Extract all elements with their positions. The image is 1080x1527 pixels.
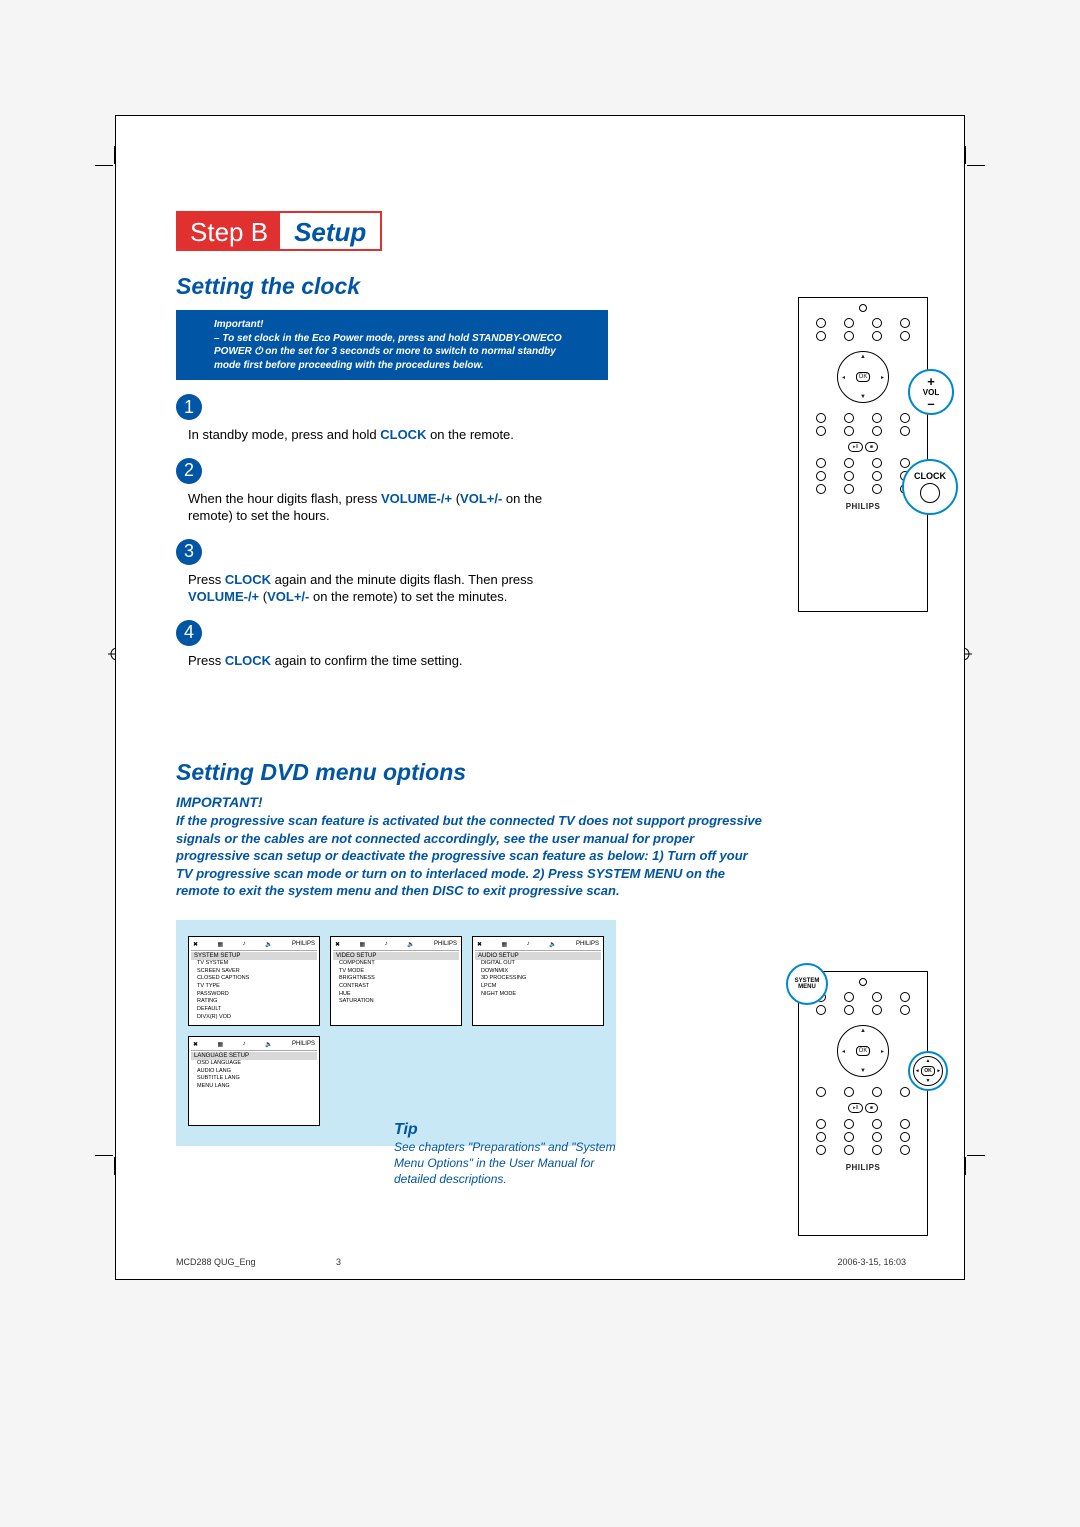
important2-body: If the progressive scan feature is activ…: [176, 812, 766, 900]
footer: MCD288 QUG_Eng 3 2006-3-15, 16:03: [176, 1257, 906, 1267]
footer-doc: MCD288 QUG_Eng: [176, 1257, 256, 1267]
clock-button-icon: [920, 483, 940, 503]
step-4: 4 Press CLOCK again to confirm the time …: [176, 606, 906, 670]
tip-block: Tip See chapters "Preparations" and "Sys…: [394, 1121, 624, 1188]
step-header: Step B Setup: [176, 211, 382, 251]
ok-callout: OK ▲ ▼ ◂ ▸: [908, 1051, 948, 1091]
step-text: When the hour digits flash, press VOLUME…: [188, 490, 588, 525]
setup-label: Setup: [280, 213, 380, 249]
page: Step B Setup Setting the clock Important…: [115, 115, 965, 1280]
step-text: Press CLOCK again and the minute digits …: [188, 571, 588, 606]
menu-screens-panel: ✖▦♪🔈PHILIPS SYSTEM SETUP TV SYSTEM SCREE…: [176, 920, 616, 1146]
section-title-clock: Setting the clock: [176, 273, 906, 300]
important2-label: IMPORTANT!: [176, 794, 906, 810]
menu-screen-language: ✖▦♪🔈PHILIPS LANGUAGE SETUP OSD LANGUAGE …: [188, 1036, 320, 1126]
clock-callout: CLOCK: [902, 459, 958, 515]
step-1: 1 In standby mode, press and hold CLOCK …: [176, 380, 906, 444]
system-menu-callout: SYSTEM MENU: [786, 963, 828, 1005]
dpad-icon: ▲ ▼ ◂ ▸ OK: [837, 351, 889, 403]
step-text: Press CLOCK again to confirm the time se…: [188, 652, 588, 670]
dpad-icon: ▲ ▼ ◂ ▸ OK: [837, 1025, 889, 1077]
vol-callout: + VOL –: [908, 369, 954, 415]
menu-screen-system: ✖▦♪🔈PHILIPS SYSTEM SETUP TV SYSTEM SCREE…: [188, 936, 320, 1026]
step-number: 4: [176, 620, 202, 646]
tip-body: See chapters "Preparations" and "System …: [394, 1139, 624, 1188]
important-label: Important!: [214, 318, 570, 332]
menu-screen-audio: ✖▦♪🔈PHILIPS AUDIO SETUP DIGITAL OUT DOWN…: [472, 936, 604, 1026]
step-text: In standby mode, press and hold CLOCK on…: [188, 426, 588, 444]
important-box: Important! – To set clock in the Eco Pow…: [176, 310, 608, 380]
remote-illustration-2: ▲ ▼ ◂ ▸ OK ▸II ■ PHILIPS: [798, 971, 928, 1236]
footer-date: 2006-3-15, 16:03: [837, 1257, 906, 1267]
important-body: – To set clock in the Eco Power mode, pr…: [214, 332, 570, 373]
remote-illustration: ▲ ▼ ◂ ▸ OK ▸II ■ PHILIPS: [798, 297, 928, 612]
brand-label: PHILIPS: [805, 1163, 921, 1172]
step-label: Step B: [178, 213, 280, 249]
tip-title: Tip: [394, 1121, 624, 1139]
step-number: 3: [176, 539, 202, 565]
step-number: 1: [176, 394, 202, 420]
section-title-dvd: Setting DVD menu options: [176, 759, 906, 786]
footer-page: 3: [336, 1257, 341, 1267]
brand-label: PHILIPS: [805, 502, 921, 511]
step-3: 3 Press CLOCK again and the minute digit…: [176, 525, 906, 606]
step-2: 2 When the hour digits flash, press VOLU…: [176, 444, 906, 525]
menu-screen-video: ✖▦♪🔈PHILIPS VIDEO SETUP COMPONENT TV MOD…: [330, 936, 462, 1026]
step-number: 2: [176, 458, 202, 484]
